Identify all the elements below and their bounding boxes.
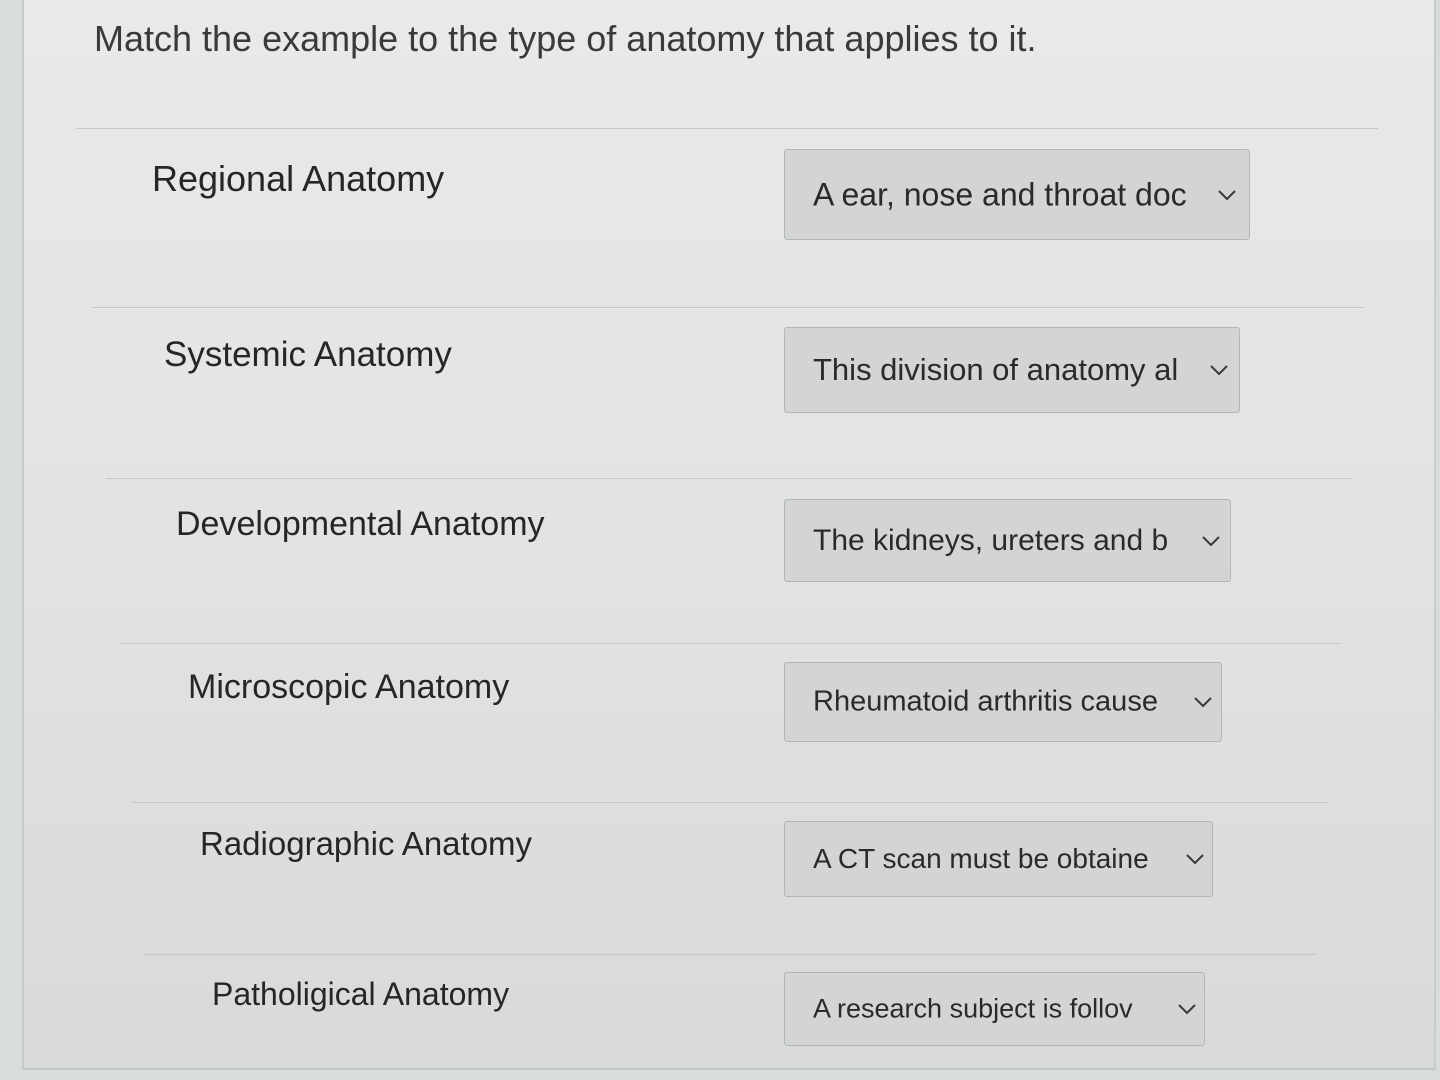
row-label-systemic-anatomy: Systemic Anatomy	[164, 335, 452, 374]
chevron-down-icon	[1186, 854, 1204, 865]
match-select-microscopic-anatomy[interactable]: Rheumatoid arthritis cause	[784, 662, 1222, 742]
row-divider	[144, 954, 1316, 955]
chevron-down-icon	[1218, 189, 1236, 200]
row-divider	[132, 802, 1328, 803]
match-select-radiographic-anatomy[interactable]: A CT scan must be obtaine	[784, 821, 1213, 897]
row-divider	[92, 307, 1364, 308]
select-value: A ear, nose and throat doc	[813, 176, 1187, 212]
row-label-radiographic-anatomy: Radiographic Anatomy	[200, 825, 533, 862]
match-select-pathological-anatomy[interactable]: A research subject is follov	[784, 972, 1205, 1046]
chevron-down-icon	[1194, 697, 1212, 708]
select-value: A research subject is follov	[813, 993, 1133, 1024]
row-label-microscopic-anatomy: Microscopic Anatomy	[188, 668, 510, 706]
question-prompt: Match the example to the type of anatomy…	[94, 18, 1037, 59]
question-panel: Match the example to the type of anatomy…	[22, 0, 1436, 1070]
row-divider	[76, 128, 1378, 129]
select-value: Rheumatoid arthritis cause	[813, 685, 1158, 718]
select-value: The kidneys, ureters and b	[813, 523, 1169, 557]
match-select-regional-anatomy[interactable]: A ear, nose and throat doc	[784, 149, 1250, 240]
match-select-developmental-anatomy[interactable]: The kidneys, ureters and b	[784, 499, 1231, 582]
select-value: This division of anatomy al	[813, 352, 1179, 387]
select-value: A CT scan must be obtaine	[813, 843, 1149, 874]
row-divider	[106, 478, 1352, 479]
chevron-down-icon	[1210, 365, 1228, 376]
match-select-systemic-anatomy[interactable]: This division of anatomy al	[784, 327, 1240, 413]
row-label-pathological-anatomy: Patholigical Anatomy	[212, 976, 510, 1012]
row-label-regional-anatomy: Regional Anatomy	[152, 158, 445, 199]
row-label-developmental-anatomy: Developmental Anatomy	[176, 505, 545, 543]
chevron-down-icon	[1178, 1004, 1196, 1015]
row-divider	[120, 643, 1340, 644]
chevron-down-icon	[1202, 535, 1220, 546]
